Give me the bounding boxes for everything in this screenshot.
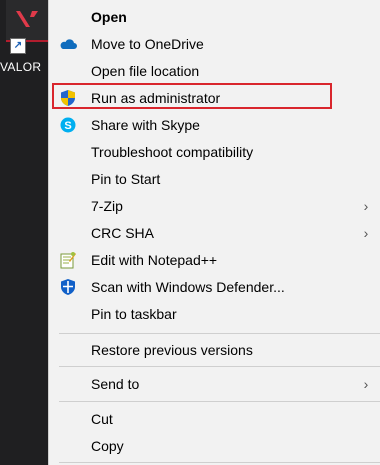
menu-item-open[interactable]: Open — [49, 3, 380, 30]
menu-item-label: Run as administrator — [91, 89, 221, 106]
menu-separator — [59, 333, 380, 334]
menu-item-pin-to-start[interactable]: Pin to Start — [49, 165, 380, 192]
menu-item-label: 7-Zip — [91, 197, 123, 214]
menu-item-cut[interactable]: Cut — [49, 405, 380, 432]
skype-icon: S — [59, 116, 77, 134]
uac-shield-icon — [59, 89, 77, 107]
menu-item-open-file-location[interactable]: Open file location — [49, 57, 380, 84]
menu-item-7zip[interactable]: 7-Zip › — [49, 192, 380, 219]
chevron-right-icon: › — [363, 375, 369, 392]
menu-item-label: Scan with Windows Defender... — [91, 278, 285, 295]
menu-item-troubleshoot-compatibility[interactable]: Troubleshoot compatibility — [49, 138, 380, 165]
menu-item-label: Edit with Notepad++ — [91, 251, 218, 268]
desktop-app-label[interactable]: VALOR — [0, 60, 48, 74]
shortcut-arrow-icon: ↗ — [10, 38, 26, 54]
menu-item-crc-sha[interactable]: CRC SHA › — [49, 219, 380, 246]
menu-item-share-with-skype[interactable]: S Share with Skype — [49, 111, 380, 138]
svg-text:S: S — [64, 120, 71, 132]
menu-item-send-to[interactable]: Send to › — [49, 370, 380, 397]
menu-item-label: Cut — [91, 410, 113, 427]
menu-separator — [59, 462, 380, 463]
menu-item-label: Move to OneDrive — [91, 35, 204, 52]
chevron-right-icon: › — [363, 197, 369, 214]
menu-item-label: Send to — [91, 375, 140, 392]
menu-item-scan-with-windows-defender[interactable]: Scan with Windows Defender... — [49, 273, 380, 300]
menu-item-pin-to-taskbar[interactable]: Pin to taskbar — [49, 300, 380, 327]
menu-separator — [59, 366, 380, 367]
valorant-app-icon[interactable] — [6, 0, 48, 42]
menu-item-label: Pin to taskbar — [91, 305, 177, 322]
menu-item-label: Open — [91, 8, 127, 25]
menu-item-copy[interactable]: Copy — [49, 432, 380, 459]
valorant-logo-icon — [16, 11, 38, 27]
onedrive-cloud-icon — [59, 35, 77, 53]
menu-item-label: Restore previous versions — [91, 341, 253, 358]
menu-item-label: Open file location — [91, 62, 200, 79]
context-menu: Open Move to OneDrive Open file location… — [48, 0, 380, 465]
menu-item-label: CRC SHA — [91, 224, 155, 241]
menu-item-label: Pin to Start — [91, 170, 161, 187]
menu-item-label: Share with Skype — [91, 116, 200, 133]
menu-item-label: Troubleshoot compatibility — [91, 143, 254, 160]
menu-item-edit-with-notepadpp[interactable]: Edit with Notepad++ — [49, 246, 380, 273]
menu-separator — [59, 401, 380, 402]
windows-defender-icon — [59, 278, 77, 296]
chevron-right-icon: › — [363, 224, 369, 241]
menu-item-run-as-administrator[interactable]: Run as administrator — [49, 84, 380, 111]
menu-item-move-to-onedrive[interactable]: Move to OneDrive — [49, 30, 380, 57]
menu-item-restore-previous-versions[interactable]: Restore previous versions — [49, 336, 380, 363]
desktop-strip: ↗ VALOR — [0, 0, 48, 465]
menu-item-label: Copy — [91, 437, 124, 454]
notepadpp-icon — [59, 251, 77, 269]
